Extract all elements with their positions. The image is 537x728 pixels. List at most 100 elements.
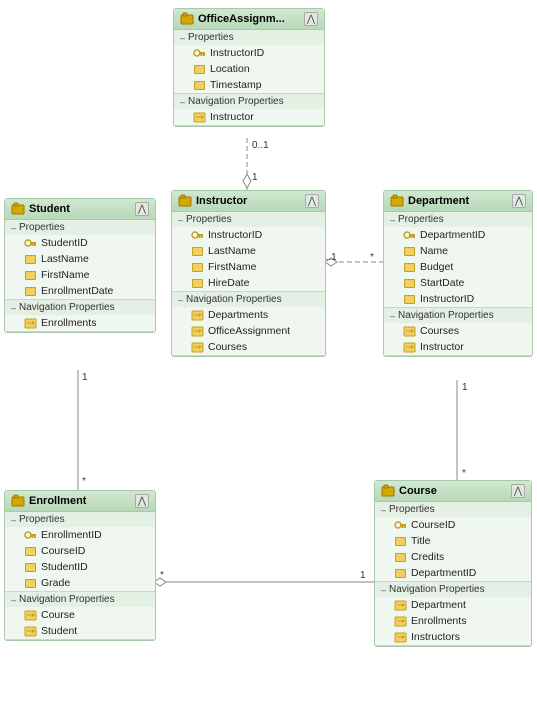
entity-enrollment-collapse[interactable]: ⋀: [135, 494, 149, 508]
entity-department: Department ⋀ – Properties DepartmentID N…: [383, 190, 533, 357]
nav-courses-d: Courses: [420, 325, 459, 337]
prop-lastname-s: LastName: [41, 253, 89, 265]
entity-course: Course ⋀ – Properties CourseID Title Cre…: [374, 480, 532, 647]
card-enroll-star: *: [82, 476, 86, 487]
entity-course-collapse[interactable]: ⋀: [511, 484, 525, 498]
prop-row-firstname-s: FirstName: [5, 267, 155, 283]
entity-student-collapse[interactable]: ⋀: [135, 202, 149, 216]
entity-officeassignment-collapse[interactable]: ⋀: [304, 12, 318, 26]
entity-student-icon: [11, 202, 25, 216]
entity-course-header[interactable]: Course ⋀: [375, 481, 531, 502]
prop-title-c: Title: [411, 535, 430, 547]
field-icon-e1: [23, 544, 37, 558]
key-icon-e: [23, 528, 37, 542]
nav-row-courses-d: Courses: [384, 323, 532, 339]
entity-enrollment-header[interactable]: Enrollment ⋀: [5, 491, 155, 512]
nav-row-officeassignment-i: OfficeAssignment: [172, 323, 325, 339]
nav-icon: [192, 110, 206, 124]
field-icon-i2: [190, 260, 204, 274]
nav-courses-i: Courses: [208, 341, 247, 353]
key-icon-c: [393, 518, 407, 532]
prop-lastname-i: LastName: [208, 245, 256, 257]
entity-department-header[interactable]: Department ⋀: [384, 191, 532, 212]
prop-row-enrollmentid: EnrollmentID: [5, 527, 155, 543]
entity-officeassignment-header[interactable]: OfficeAssignm... ⋀: [174, 9, 324, 30]
nav-student-e: Student: [41, 625, 77, 637]
prop-row-lastname-s: LastName: [5, 251, 155, 267]
entity-officeassignment-props-section: – Properties InstructorID Location Times…: [174, 30, 324, 94]
prop-row-courseid-c: CourseID: [375, 517, 531, 533]
entity-instructor-icon: [178, 194, 192, 208]
nav-icon-e1: [23, 608, 37, 622]
entity-enrollment-icon: [11, 494, 25, 508]
entity-enrollment: Enrollment ⋀ – Properties EnrollmentID C…: [4, 490, 156, 641]
entity-student-header[interactable]: Student ⋀: [5, 199, 155, 220]
entity-officeassignment-title: OfficeAssignm...: [198, 13, 285, 25]
diagram-canvas: 0..1 1 1 * 0..1 * 1 * * 1 OfficeAssignm.…: [0, 0, 537, 728]
nav-instructor-d: Instructor: [420, 341, 464, 353]
section-properties-label: Properties: [188, 32, 234, 43]
prop-instructorid: InstructorID: [210, 47, 264, 59]
instructor-props-label: Properties: [186, 214, 232, 225]
section-toggle[interactable]: –: [180, 33, 185, 43]
nav-section-toggle[interactable]: –: [180, 97, 185, 107]
entity-department-icon: [390, 194, 404, 208]
prop-row-enrollmentdate: EnrollmentDate: [5, 283, 155, 299]
card-dept-course-star: *: [462, 468, 466, 479]
field-icon-c3: [393, 566, 407, 580]
card-dept-course1: 1: [462, 382, 468, 393]
entity-instructor-collapse[interactable]: ⋀: [305, 194, 319, 208]
prop-row-hiredate: HireDate: [172, 275, 325, 291]
prop-instructorid-i: InstructorID: [208, 229, 262, 241]
prop-row-name-d: Name: [384, 243, 532, 259]
prop-courseid-e: CourseID: [41, 545, 85, 557]
nav-section-label: Navigation Properties: [188, 96, 284, 107]
prop-deptid: DepartmentID: [420, 229, 485, 241]
prop-enrollmentdate: EnrollmentDate: [41, 285, 113, 297]
entity-enrollment-nav-section: – Navigation Properties Course Student: [5, 592, 155, 640]
entity-student-props-section: – Properties StudentID LastName FirstNam…: [5, 220, 155, 300]
entity-instructor-header[interactable]: Instructor ⋀: [172, 191, 325, 212]
prop-row-budget: Budget: [384, 259, 532, 275]
key-icon-i: [190, 228, 204, 242]
prop-enrollmentid: EnrollmentID: [41, 529, 102, 541]
entity-instructor: Instructor ⋀ – Properties InstructorID L…: [171, 190, 326, 357]
field-icon: [192, 62, 206, 76]
nav-row-departments: Departments: [172, 307, 325, 323]
field-icon-e3: [23, 576, 37, 590]
prop-row-studentid-e: StudentID: [5, 559, 155, 575]
prop-row-deptid: DepartmentID: [384, 227, 532, 243]
nav-icon-c1: [393, 598, 407, 612]
entity-instructor-props-section: – Properties InstructorID LastName First…: [172, 212, 325, 292]
entity-department-title: Department: [408, 195, 469, 207]
entity-course-props-section: – Properties CourseID Title Credits Depa…: [375, 502, 531, 582]
nav-icon-e2: [23, 624, 37, 638]
nav-course-e: Course: [41, 609, 75, 621]
key-icon-d: [402, 228, 416, 242]
entity-department-collapse[interactable]: ⋀: [512, 194, 526, 208]
entity-officeassignment-icon: [180, 12, 194, 26]
card-oa-bottom: 1: [252, 172, 258, 183]
field-icon-i3: [190, 276, 204, 290]
nav-icon-i3: [190, 340, 204, 354]
instructor-nav-label: Navigation Properties: [186, 294, 282, 305]
entity-course-icon: [381, 484, 395, 498]
prop-row-credits: Credits: [375, 549, 531, 565]
field-icon-s3: [23, 284, 37, 298]
nav-icon-i2: [190, 324, 204, 338]
dept-props-label: Properties: [398, 214, 444, 225]
nav-row-courses-i: Courses: [172, 339, 325, 355]
nav-department-c: Department: [411, 599, 466, 611]
prop-row-grade: Grade: [5, 575, 155, 591]
card-enroll-course-star: *: [160, 570, 164, 581]
field-icon-2: [192, 78, 206, 92]
entity-enrollment-props-section: – Properties EnrollmentID CourseID Stude…: [5, 512, 155, 592]
entity-instructor-title: Instructor: [196, 195, 247, 207]
nav-row-enrollments-s: Enrollments: [5, 315, 155, 331]
prop-row-instructorid-d: InstructorID: [384, 291, 532, 307]
entity-officeassignment: OfficeAssignm... ⋀ – Properties Instruct…: [173, 8, 325, 127]
nav-enrollments-c: Enrollments: [411, 615, 466, 627]
nav-icon-c3: [393, 630, 407, 644]
prop-row-firstname-i: FirstName: [172, 259, 325, 275]
nav-instructors-c: Instructors: [411, 631, 460, 643]
